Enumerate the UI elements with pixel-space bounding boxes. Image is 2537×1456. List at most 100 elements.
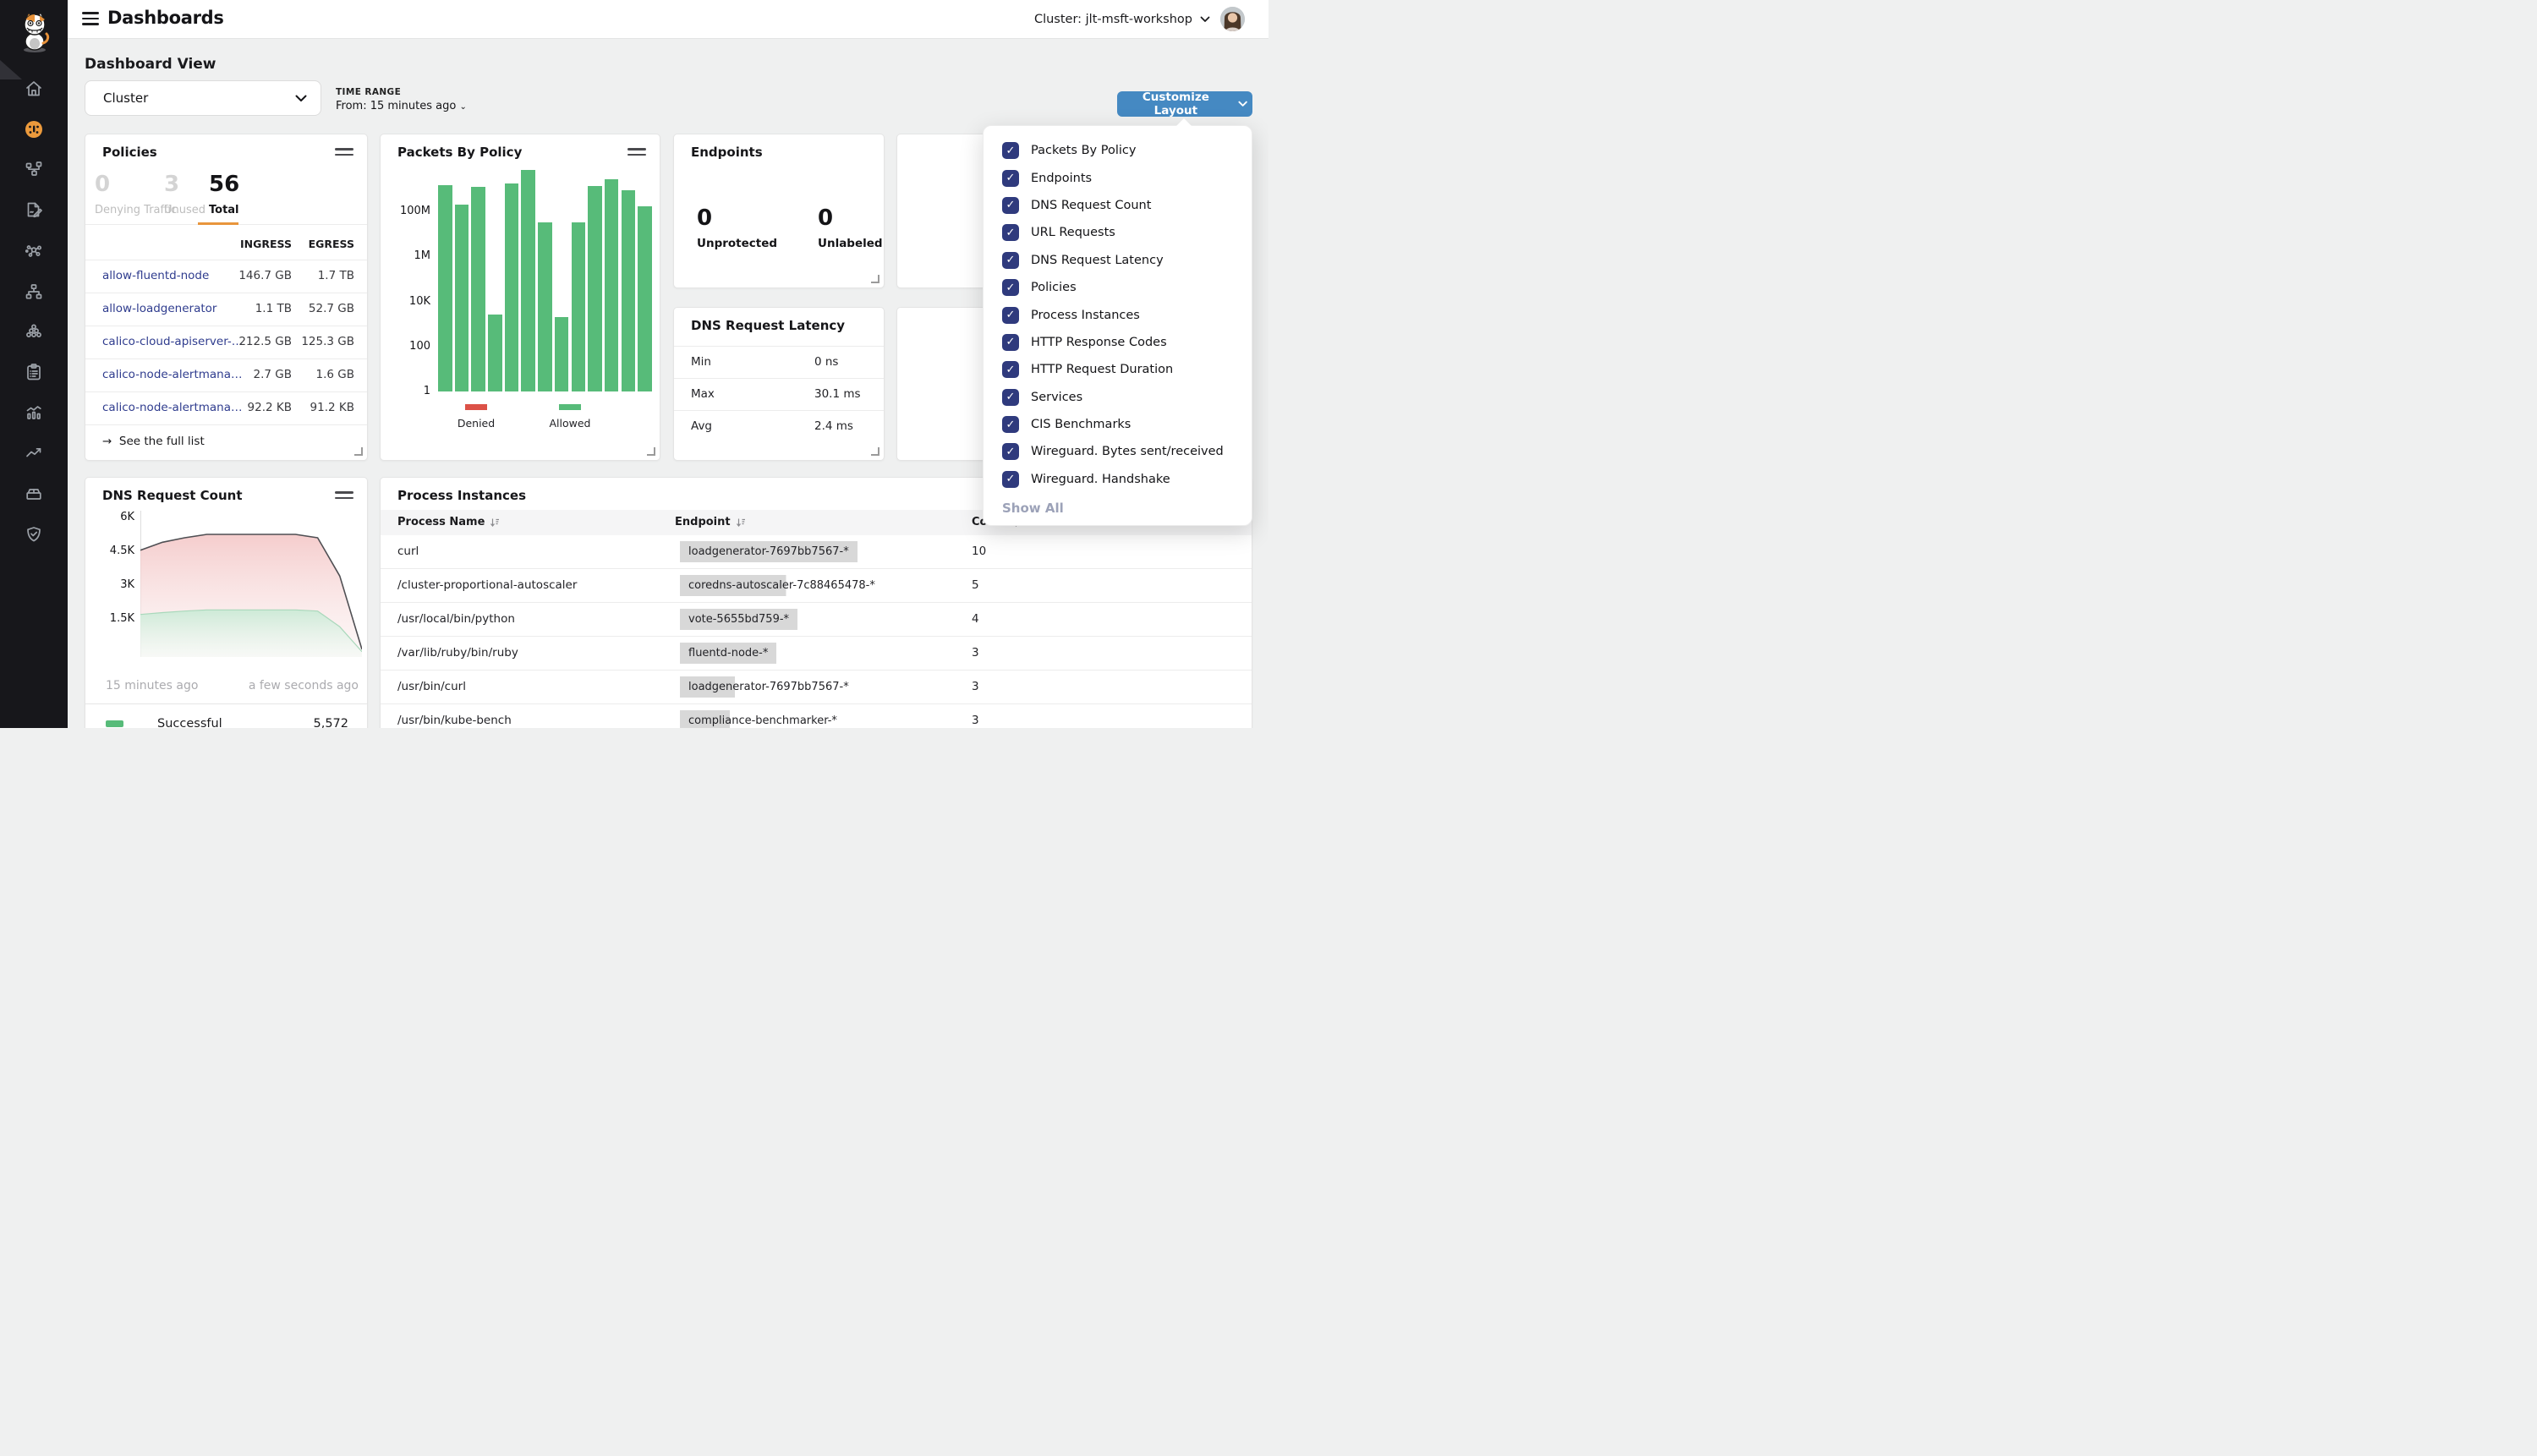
policy-row: calico-node-alertmana…92.2 KB91.2 KB [85, 391, 367, 424]
calico-cat-logo[interactable] [19, 11, 51, 53]
menu-item-checkbox[interactable]: DNS Request Latency [984, 247, 1252, 274]
menu-item-checkbox[interactable]: URL Requests [984, 219, 1252, 246]
egress-value: 91.2 KB [280, 401, 354, 414]
nodes-cluster-icon[interactable] [24, 321, 44, 342]
legend-swatch-denied [465, 404, 487, 410]
menu-item-label: Services [1031, 391, 1082, 404]
checkbox-checked-icon[interactable] [1002, 361, 1019, 378]
bar [638, 206, 652, 391]
service-graph-icon[interactable] [24, 159, 44, 179]
bar [471, 187, 485, 391]
checkbox-checked-icon[interactable] [1002, 252, 1019, 269]
checkbox-checked-icon[interactable] [1002, 471, 1019, 488]
checkbox-checked-icon[interactable] [1002, 307, 1019, 324]
view-select[interactable]: Cluster [85, 80, 321, 116]
network-molecule-icon[interactable] [24, 241, 44, 261]
x-axis-label-start: 15 minutes ago [106, 679, 198, 692]
bar [488, 315, 502, 391]
checkbox-checked-icon[interactable] [1002, 334, 1019, 351]
endpoint-chip: coredns-autoscaler-7c88465478-* [680, 575, 884, 596]
trend-arrow-icon[interactable] [24, 443, 44, 463]
col-header-process-name[interactable]: Process Name [397, 516, 500, 528]
checkbox-checked-icon[interactable] [1002, 142, 1019, 159]
menu-item-checkbox[interactable]: HTTP Request Duration [984, 356, 1252, 383]
menu-item-checkbox[interactable]: Packets By Policy [984, 137, 1252, 164]
menu-item-checkbox[interactable]: DNS Request Count [984, 192, 1252, 219]
checkbox-checked-icon[interactable] [1002, 443, 1019, 460]
see-full-list-link[interactable]: → See the full list [102, 435, 205, 448]
legend-denied[interactable]: Denied [453, 404, 499, 430]
resize-handle[interactable] [871, 447, 879, 456]
process-row: /usr/bin/kube-benchcompliance-benchmarke… [381, 704, 1252, 728]
stat-total[interactable]: 56 Total [209, 173, 239, 216]
menu-item-label: DNS Request Latency [1031, 254, 1164, 267]
checkbox-checked-icon[interactable] [1002, 224, 1019, 241]
egress-value: 52.7 GB [280, 302, 354, 315]
checkbox-checked-icon[interactable] [1002, 197, 1019, 214]
drag-handle-icon[interactable] [627, 148, 646, 159]
sort-icon [736, 517, 746, 528]
divider [85, 703, 367, 704]
cluster-selector[interactable]: Cluster: jlt-msft-workshop [1034, 13, 1210, 26]
legend-allowed[interactable]: Allowed [547, 404, 593, 430]
process-row: curlloadgenerator-7697bb7567-*10 [381, 535, 1252, 569]
shield-check-icon[interactable] [24, 524, 44, 545]
time-range-value[interactable]: From: 15 minutes ago ⌄ [336, 100, 467, 112]
checkbox-checked-icon[interactable] [1002, 416, 1019, 433]
page-title: Dashboards [107, 8, 224, 28]
archive-box-icon[interactable] [24, 484, 44, 504]
bar [555, 317, 569, 391]
resize-handle[interactable] [354, 447, 363, 456]
card-title: DNS Request Count [102, 488, 243, 503]
x-axis-label-end: a few seconds ago [249, 679, 359, 692]
menu-item-checkbox[interactable]: HTTP Response Codes [984, 329, 1252, 356]
time-range: TIME RANGE From: 15 minutes ago ⌄ [336, 87, 467, 112]
checkbox-checked-icon[interactable] [1002, 279, 1019, 296]
home-icon[interactable] [24, 79, 44, 99]
process-name: /usr/bin/kube-bench [397, 714, 512, 727]
customize-layout-button[interactable]: Customize Layout [1117, 91, 1252, 117]
menu-item-label: Packets By Policy [1031, 144, 1136, 157]
view-select-value: Cluster [103, 90, 148, 106]
col-header-endpoint[interactable]: Endpoint [675, 516, 746, 528]
policy-row: calico-node-alertmana…2.7 GB1.6 GB [85, 359, 367, 391]
dns-request-latency-card: DNS Request Latency Min0 ns Max30.1 ms A… [673, 307, 885, 461]
table-row: Min0 ns [674, 346, 884, 378]
card-title: Process Instances [397, 488, 526, 503]
hierarchy-icon[interactable] [24, 282, 44, 302]
checkbox-checked-icon[interactable] [1002, 389, 1019, 406]
menu-item-label: Endpoints [1031, 172, 1092, 185]
resize-handle[interactable] [871, 275, 879, 283]
count-value: 3 [972, 680, 979, 693]
chevron-down-icon [1238, 101, 1247, 107]
process-name: curl [397, 545, 419, 558]
process-name: /cluster-proportional-autoscaler [397, 578, 577, 592]
policy-name-link[interactable]: allow-fluentd-node [102, 269, 209, 282]
show-all-link[interactable]: Show All [1002, 501, 1064, 516]
stat-unused[interactable]: 3 Unused [164, 173, 205, 216]
menu-item-checkbox[interactable]: Endpoints [984, 164, 1252, 191]
menu-item-checkbox[interactable]: Services [984, 384, 1252, 411]
checkbox-checked-icon[interactable] [1002, 170, 1019, 187]
latency-table: Min0 ns Max30.1 ms Avg2.4 ms [674, 346, 884, 442]
menu-item-checkbox[interactable]: CIS Benchmarks [984, 411, 1252, 438]
policy-name-link[interactable]: allow-loadgenerator [102, 302, 216, 315]
bar [622, 190, 636, 391]
menu-item-checkbox[interactable]: Policies [984, 274, 1252, 301]
bar [538, 222, 552, 391]
policies-edit-icon[interactable] [24, 200, 44, 220]
menu-item-checkbox[interactable]: Wireguard. Handshake [984, 466, 1252, 493]
hamburger-menu-icon[interactable] [82, 12, 99, 26]
avatar[interactable] [1220, 7, 1245, 31]
compliance-clipboard-icon[interactable] [24, 362, 44, 382]
drag-handle-icon[interactable] [335, 491, 353, 502]
endpoints-card: Endpoints 0 Unprotected 0 Unlabeled [673, 134, 885, 288]
activity-chart-icon[interactable] [24, 402, 44, 423]
drag-handle-icon[interactable] [335, 148, 353, 159]
dashboard-gauge-icon[interactable] [24, 119, 44, 140]
bar [438, 185, 452, 391]
menu-item-checkbox[interactable]: Process Instances [984, 301, 1252, 328]
endpoint-chip: loadgenerator-7697bb7567-* [680, 676, 858, 698]
menu-item-checkbox[interactable]: Wireguard. Bytes sent/received [984, 438, 1252, 465]
resize-handle[interactable] [647, 447, 655, 456]
